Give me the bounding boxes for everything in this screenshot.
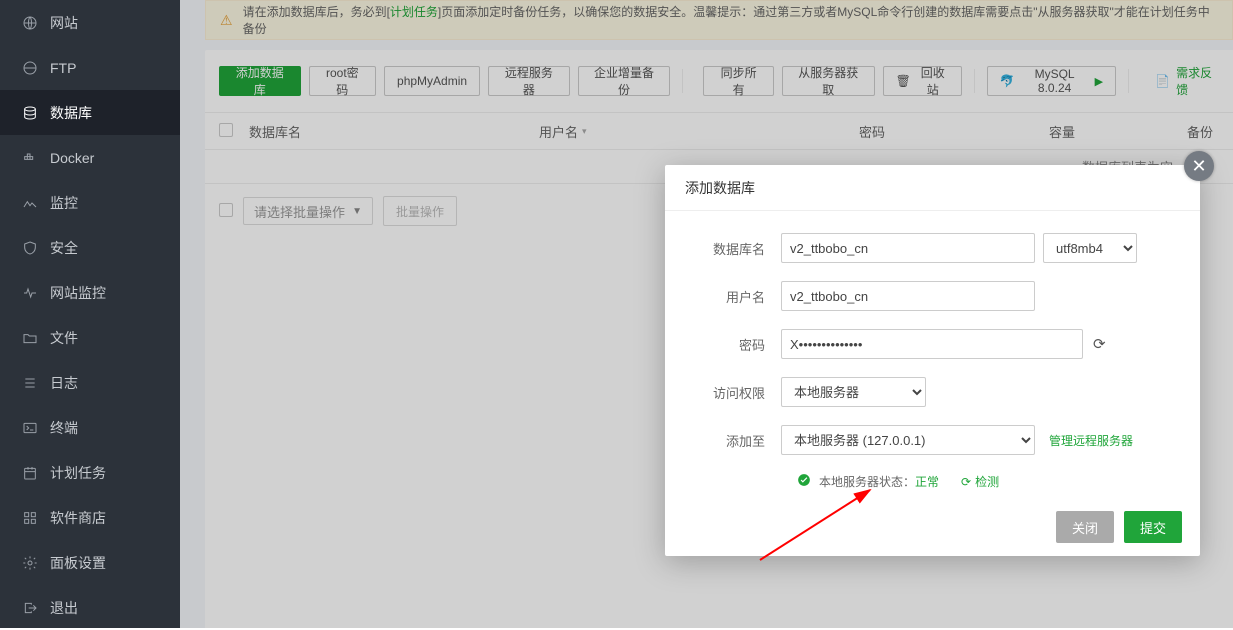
sidebar-item-settings[interactable]: 面板设置	[0, 540, 180, 585]
check-label: 检测	[975, 473, 999, 490]
modal-close-footer-button[interactable]: 关闭	[1056, 511, 1114, 543]
sidebar-item-label: 文件	[50, 328, 78, 348]
status-value: 正常	[915, 475, 939, 489]
folder-icon	[22, 330, 38, 346]
sidebar-item-docker[interactable]: Docker	[0, 135, 180, 180]
shield-icon	[22, 240, 38, 256]
logout-icon	[22, 600, 38, 616]
pulse-icon	[22, 285, 38, 301]
database-icon	[22, 105, 38, 121]
charset-select[interactable]: utf8mb4	[1043, 233, 1137, 263]
sidebar-item-label: 终端	[50, 418, 78, 438]
check-circle-icon	[797, 473, 811, 490]
addto-select[interactable]: 本地服务器 (127.0.0.1)	[781, 425, 1035, 455]
list-icon	[22, 375, 38, 391]
sidebar-item-label: 数据库	[50, 103, 92, 123]
sidebar-item-label: 安全	[50, 238, 78, 258]
manage-remote-link[interactable]: 管理远程服务器	[1049, 432, 1133, 449]
sidebar-item-label: 日志	[50, 373, 78, 393]
refresh-icon: ⟳	[961, 475, 971, 489]
refresh-password-button[interactable]: ⟳	[1093, 335, 1106, 353]
password-input[interactable]	[781, 329, 1083, 359]
label-addto: 添加至	[689, 431, 781, 450]
sidebar-item-label: 退出	[50, 598, 78, 618]
status-prefix: 本地服务器状态：	[819, 475, 915, 489]
sidebar-item-label: Docker	[50, 150, 94, 166]
terminal-icon	[22, 420, 38, 436]
sidebar-item-files[interactable]: 文件	[0, 315, 180, 360]
sidebar-item-terminal[interactable]: 终端	[0, 405, 180, 450]
user-input[interactable]	[781, 281, 1035, 311]
add-database-modal: ✕ 添加数据库 数据库名 utf8mb4 用户名 密码 ⟳ 访问权限 本地服务器	[665, 165, 1200, 556]
sidebar-item-label: 软件商店	[50, 508, 106, 528]
label-access: 访问权限	[689, 383, 781, 402]
gear-icon	[22, 555, 38, 571]
globe-icon	[22, 15, 38, 31]
sidebar-item-database[interactable]: 数据库	[0, 90, 180, 135]
sidebar-item-crontab[interactable]: 计划任务	[0, 450, 180, 495]
sidebar-item-store[interactable]: 软件商店	[0, 495, 180, 540]
sidebar-item-monitor[interactable]: 监控	[0, 180, 180, 225]
sidebar-item-label: 网站	[50, 13, 78, 33]
sidebar-item-site-monitor[interactable]: 网站监控	[0, 270, 180, 315]
modal-close-button[interactable]: ✕	[1184, 151, 1214, 181]
label-db-name: 数据库名	[689, 239, 781, 258]
calendar-icon	[22, 465, 38, 481]
sidebar-item-label: FTP	[50, 60, 76, 76]
sidebar-item-ftp[interactable]: FTP	[0, 45, 180, 90]
grid-icon	[22, 510, 38, 526]
sidebar-item-label: 计划任务	[50, 463, 106, 483]
sidebar: 网站 FTP 数据库 Docker 监控 安全 网站监控 文件 日志 终端 计划…	[0, 0, 180, 628]
monitor-icon	[22, 195, 38, 211]
ftp-icon	[22, 60, 38, 76]
sidebar-item-website[interactable]: 网站	[0, 0, 180, 45]
sidebar-item-label: 监控	[50, 193, 78, 213]
check-status-link[interactable]: ⟳ 检测	[961, 473, 999, 490]
docker-icon	[22, 150, 38, 166]
modal-title: 添加数据库	[665, 165, 1200, 211]
modal-submit-button[interactable]: 提交	[1124, 511, 1182, 543]
label-user: 用户名	[689, 287, 781, 306]
sidebar-item-logs[interactable]: 日志	[0, 360, 180, 405]
sidebar-item-label: 面板设置	[50, 553, 106, 573]
modal-footer: 关闭 提交	[665, 498, 1200, 556]
modal-body: 数据库名 utf8mb4 用户名 密码 ⟳ 访问权限 本地服务器 添加至	[665, 211, 1200, 498]
access-select[interactable]: 本地服务器	[781, 377, 926, 407]
sidebar-item-security[interactable]: 安全	[0, 225, 180, 270]
refresh-icon: ⟳	[1093, 336, 1106, 353]
sidebar-item-label: 网站监控	[50, 283, 106, 303]
sidebar-item-logout[interactable]: 退出	[0, 585, 180, 630]
server-status-row: 本地服务器状态：正常 ⟳ 检测	[797, 473, 1176, 490]
db-name-input[interactable]	[781, 233, 1035, 263]
label-password: 密码	[689, 335, 781, 354]
close-icon: ✕	[1191, 156, 1206, 177]
